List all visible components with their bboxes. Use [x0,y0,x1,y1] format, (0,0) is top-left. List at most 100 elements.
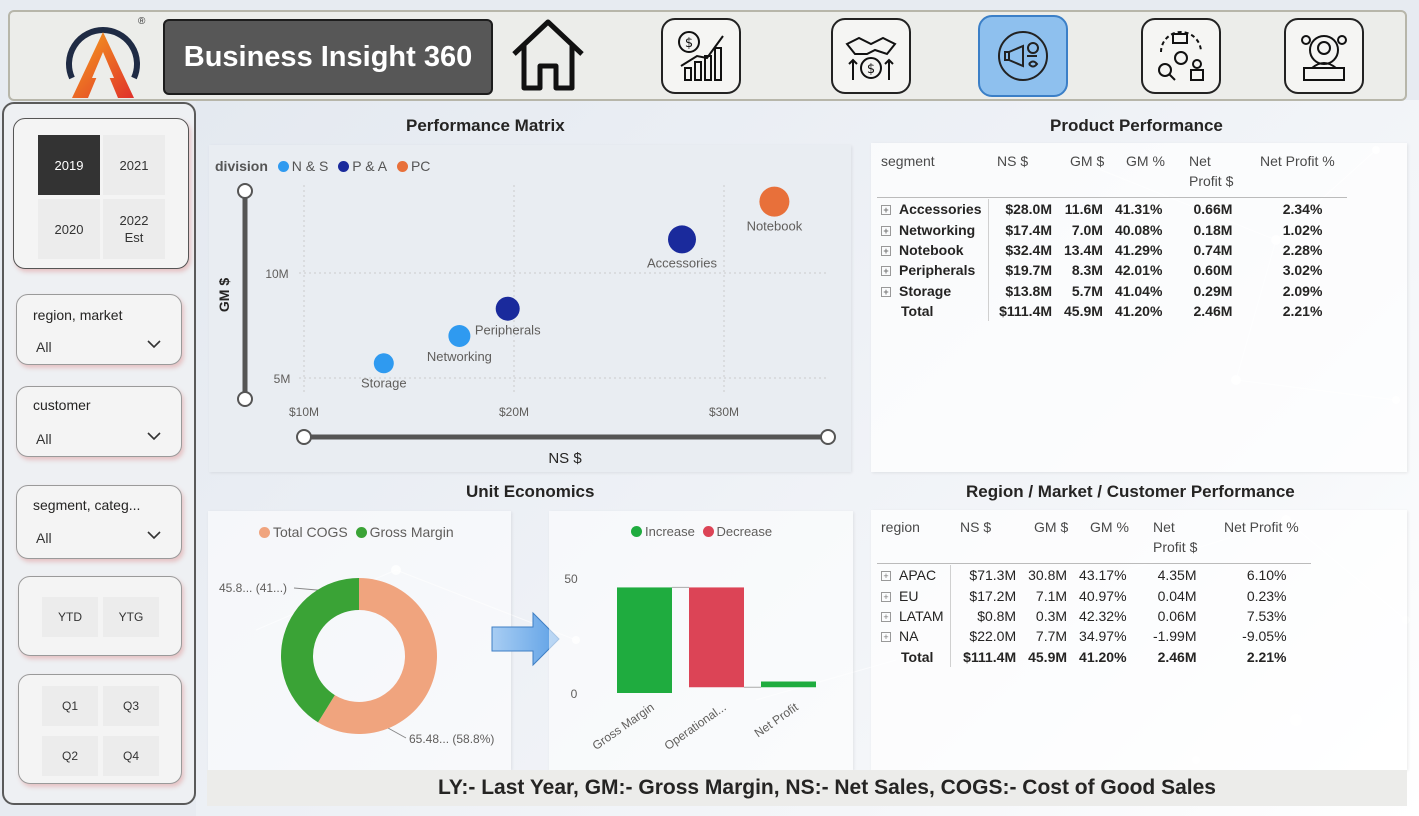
table-cell: 0.23% [1246,587,1287,604]
expand-icon[interactable]: + [881,571,891,582]
y-tick-label: 5M [274,372,291,386]
q1-button[interactable]: Q1 [42,686,98,726]
nav-home-button[interactable] [508,16,588,94]
table-row[interactable]: + Accessories $28.0M 11.6M 41.31% 0.66M 2.34% [875,199,1328,220]
table-cell: $22.0M [969,628,1017,645]
waterfall-chart: 50 0 Gross Margin Operational... Net Profi… [564,572,816,753]
table-row[interactable]: + Notebook $32.4M 13.4M 41.29% 0.74M 2.28% [875,239,1328,261]
year-2021-tile[interactable]: 2021 [103,135,165,195]
y-tick-label: 50 [564,572,578,586]
table-cell: -9.05% [1242,628,1287,645]
table-row[interactable]: + Peripherals $19.7M 8.3M 42.01% 0.60M 3.02% [875,260,1328,281]
col-header-gm[interactable]: GM $ [1034,517,1068,537]
y-range-handle-bottom[interactable] [237,391,253,407]
nav-executive-button[interactable] [1284,18,1364,94]
table-cell: 2.21% [1282,303,1323,320]
table-cell: 2.21% [1246,648,1287,665]
waterfall-category-label: Operational... [662,700,729,753]
segment-category-value: All [36,530,52,546]
total-row[interactable]: Total $111.4M 45.9M 41.20% 2.46M 2.21% [875,646,1293,667]
product-performance-table: + Accessories $28.0M 11.6M 41.31% 0.66M 2.34% +… [875,199,1328,322]
x-range-handle-right[interactable] [820,429,836,445]
table-cell: $111.4M [963,648,1017,665]
table-row[interactable]: + APAC $71.3M 30.8M 43.17% 4.35M 6.10% [875,565,1293,586]
nav-supply-chain-button[interactable] [1141,18,1221,94]
year-2020-tile[interactable]: 2020 [38,199,100,259]
donut-data-label-cogs: 65.48... (58.8%) [409,732,494,746]
table-cell: 6.10% [1246,567,1287,584]
table-cell: 0.29M [1193,282,1233,299]
handshake-icon: $ [845,36,897,80]
expand-icon[interactable]: + [881,225,891,236]
col-header-ns[interactable]: NS $ [997,151,1028,171]
nav-sales-button[interactable]: $ [831,18,911,94]
table-cell: 2.09% [1282,282,1323,299]
region-market-dropdown[interactable]: region, market All [16,294,182,365]
chevron-down-icon [147,531,161,540]
col-header-region[interactable]: region [881,517,920,537]
customer-dropdown[interactable]: customer All [16,386,182,457]
expand-icon[interactable]: + [881,632,891,643]
row-label: Total [875,646,951,667]
table-cell: $17.2M [969,587,1017,604]
scatter-point-notebook[interactable] [759,186,790,217]
expand-icon[interactable]: + [881,205,891,216]
table-row[interactable]: + EU $17.2M 7.1M 40.97% 0.04M 0.23% [875,585,1293,606]
expand-icon[interactable]: + [881,266,891,277]
q3-button[interactable]: Q3 [103,686,159,726]
col-header-ns[interactable]: NS $ [960,517,991,537]
col-header-net-profit[interactable]: Net Profit $ [1189,151,1247,191]
ytg-button[interactable]: YTG [103,597,159,637]
x-range-handle-left[interactable] [296,429,312,445]
waterfall-bar[interactable] [761,681,816,688]
expand-icon[interactable]: + [881,286,891,297]
col-header-net-profit-pct[interactable]: Net Profit % [1260,151,1335,171]
ytd-button[interactable]: YTD [42,597,98,637]
expand-icon[interactable]: + [881,591,891,602]
waterfall-bar[interactable] [617,587,672,693]
table-cell: 41.31% [1114,201,1163,218]
row-label: + Accessories [875,199,989,220]
leader-line [387,727,407,739]
table-row[interactable]: + Networking $17.4M 7.0M 40.08% 0.18M 1.02% [875,219,1328,240]
col-header-net-profit-pct[interactable]: Net Profit % [1224,517,1299,537]
scatter-point-storage[interactable] [373,353,394,374]
chevron-down-icon [147,340,161,349]
x-tick-label: $20M [499,405,529,419]
table-row[interactable]: + NA $22.0M 7.7M 34.97% -1.99M -9.05% [875,626,1293,647]
table-cell: 42.01% [1114,262,1163,279]
table-cell: 7.53% [1246,607,1287,624]
col-header-segment[interactable]: segment [881,151,935,171]
table-cell: 1.02% [1282,221,1323,238]
year-2022-est-tile[interactable]: 2022 Est [103,199,165,259]
nav-finance-button[interactable]: $ [661,18,741,94]
year-2019-tile[interactable]: 2019 [38,135,100,195]
app-title: Business Insight 360 [163,19,493,95]
unit-economics-title: Unit Economics [466,482,595,501]
col-header-gm-pct[interactable]: GM % [1090,517,1129,537]
segment-category-dropdown[interactable]: segment, categ... All [16,485,182,559]
scatter-point-peripherals[interactable] [495,296,520,321]
waterfall-bar[interactable] [689,587,744,688]
table-row[interactable]: + Storage $13.8M 5.7M 41.04% 0.29M 2.09% [875,280,1328,301]
col-header-gm-pct[interactable]: GM % [1126,151,1165,171]
scatter-point-accessories[interactable] [668,225,696,254]
scatter-point-label: Storage [361,375,407,390]
total-row[interactable]: Total $111.4M 45.9M 41.20% 2.46M 2.21% [875,300,1328,322]
q2-button[interactable]: Q2 [42,736,98,776]
y-range-handle-top[interactable] [237,183,253,199]
atliq-logo: ® [58,16,148,100]
nav-marketing-button[interactable] [978,15,1068,97]
table-cell: 4.35M [1157,567,1197,584]
region-performance-title: Region / Market / Customer Performance [966,482,1295,501]
col-header-net-profit[interactable]: Net Profit $ [1153,517,1211,557]
col-header-gm[interactable]: GM $ [1070,151,1104,171]
expand-icon[interactable]: + [881,611,891,622]
q4-button[interactable]: Q4 [103,736,159,776]
donut-chart: 45.8... (41...) 65.48... (58.8%) [219,578,494,746]
scatter-point-networking[interactable] [448,325,471,347]
expand-icon[interactable]: + [881,245,891,256]
table-row[interactable]: + LATAM $0.8M 0.3M 42.32% 0.06M 7.53% [875,605,1293,627]
scatter-point-label: Networking [427,349,492,364]
scatter-plot: 10M 5M $10M $20M $30M NS $ GM $ Storage N… [216,183,836,467]
